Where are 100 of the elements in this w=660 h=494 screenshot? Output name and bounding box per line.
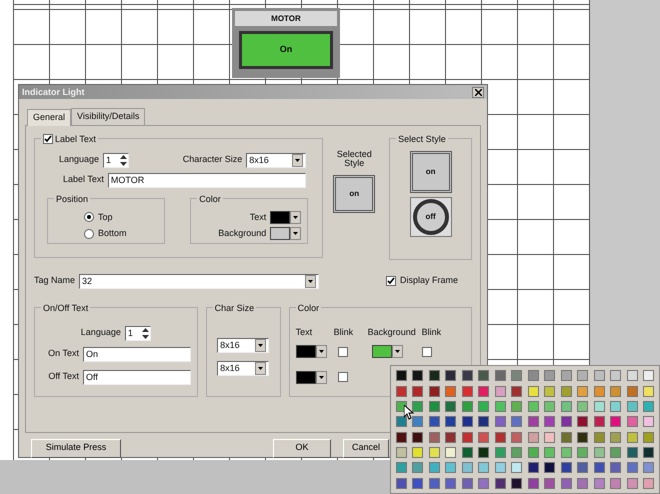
palette-swatch[interactable] xyxy=(528,416,539,428)
tab[interactable]: General xyxy=(27,109,72,126)
dropdown-field[interactable]: 8x16 xyxy=(246,152,306,168)
palette-swatch[interactable] xyxy=(594,447,605,458)
palette-swatch[interactable] xyxy=(528,432,539,443)
color-swatch[interactable] xyxy=(270,227,290,240)
checkbox[interactable] xyxy=(422,346,432,356)
palette-swatch[interactable] xyxy=(412,416,424,428)
indicator-widget[interactable]: MOTOR On xyxy=(232,8,340,78)
palette-swatch[interactable] xyxy=(610,462,622,474)
palette-swatch[interactable] xyxy=(610,432,622,443)
palette-swatch[interactable] xyxy=(494,370,506,382)
palette-swatch[interactable] xyxy=(643,400,654,412)
palette-swatch[interactable] xyxy=(396,432,407,443)
dialog-button[interactable]: Cancel xyxy=(343,438,389,458)
style-option[interactable]: on xyxy=(410,150,452,192)
palette-swatch[interactable] xyxy=(544,462,556,474)
palette-swatch[interactable] xyxy=(494,416,506,428)
palette-swatch[interactable] xyxy=(412,432,424,443)
palette-swatch[interactable] xyxy=(577,432,588,443)
palette-swatch[interactable] xyxy=(396,400,407,412)
palette-swatch[interactable] xyxy=(626,370,638,382)
text-field[interactable]: On xyxy=(83,346,191,362)
color-swatch[interactable] xyxy=(372,345,392,358)
palette-swatch[interactable] xyxy=(445,386,456,397)
palette-swatch[interactable] xyxy=(428,447,440,458)
palette-swatch[interactable] xyxy=(511,386,522,397)
palette-swatch[interactable] xyxy=(626,462,638,474)
palette-swatch[interactable] xyxy=(511,432,522,443)
palette-swatch[interactable] xyxy=(462,400,473,412)
style-option[interactable]: off xyxy=(410,196,452,236)
palette-swatch[interactable] xyxy=(396,370,407,382)
palette-swatch[interactable] xyxy=(494,447,506,458)
palette-swatch[interactable] xyxy=(494,478,506,489)
palette-swatch[interactable] xyxy=(528,447,539,458)
palette-swatch[interactable] xyxy=(560,416,572,428)
palette-swatch[interactable] xyxy=(396,447,407,458)
palette-swatch[interactable] xyxy=(478,416,490,428)
palette-swatch[interactable] xyxy=(462,478,473,489)
palette-swatch[interactable] xyxy=(428,400,440,412)
palette-swatch[interactable] xyxy=(528,400,539,412)
palette-swatch[interactable] xyxy=(462,416,473,428)
palette-swatch[interactable] xyxy=(412,462,424,474)
palette-swatch[interactable] xyxy=(428,432,440,443)
dialog-button[interactable]: OK xyxy=(273,438,331,458)
palette-swatch[interactable] xyxy=(396,462,407,474)
palette-swatch[interactable] xyxy=(528,386,539,397)
palette-swatch[interactable] xyxy=(412,400,424,412)
palette-swatch[interactable] xyxy=(445,462,456,474)
palette-swatch[interactable] xyxy=(544,386,556,397)
palette-swatch[interactable] xyxy=(428,416,440,428)
palette-swatch[interactable] xyxy=(528,478,539,489)
tab[interactable]: Visibility/Details xyxy=(71,108,146,124)
palette-swatch[interactable] xyxy=(511,400,522,412)
palette-swatch[interactable] xyxy=(544,416,556,428)
palette-swatch[interactable] xyxy=(643,462,654,474)
dropdown-field[interactable]: 8x16 xyxy=(217,338,270,352)
dropdown-field[interactable]: 32 xyxy=(79,274,320,288)
palette-swatch[interactable] xyxy=(396,386,407,397)
palette-swatch[interactable] xyxy=(462,370,473,382)
palette-swatch[interactable] xyxy=(412,370,424,382)
text-field[interactable]: MOTOR xyxy=(108,172,306,188)
palette-swatch[interactable] xyxy=(643,386,654,397)
text-field[interactable]: Off xyxy=(83,370,191,384)
palette-swatch[interactable] xyxy=(577,386,588,397)
palette-swatch[interactable] xyxy=(544,447,556,458)
dropdown-field[interactable]: 8x16 xyxy=(217,360,270,376)
palette-swatch[interactable] xyxy=(462,432,473,443)
palette-swatch[interactable] xyxy=(511,447,522,458)
palette-swatch[interactable] xyxy=(462,462,473,474)
palette-swatch[interactable] xyxy=(643,447,654,458)
palette-swatch[interactable] xyxy=(577,416,588,428)
palette-swatch[interactable] xyxy=(412,386,424,397)
palette-swatch[interactable] xyxy=(494,386,506,397)
spinner-arrows-icon[interactable] xyxy=(142,328,149,338)
palette-swatch[interactable] xyxy=(511,478,522,489)
palette-swatch[interactable] xyxy=(445,370,456,382)
color-swatch[interactable] xyxy=(296,345,316,358)
palette-swatch[interactable] xyxy=(610,478,622,489)
palette-swatch[interactable] xyxy=(528,462,539,474)
palette-swatch[interactable] xyxy=(594,386,605,397)
palette-swatch[interactable] xyxy=(396,478,407,489)
palette-swatch[interactable] xyxy=(445,416,456,428)
spinner-field[interactable]: 1 xyxy=(103,152,130,168)
color-swatch[interactable] xyxy=(270,210,290,224)
checkbox[interactable] xyxy=(386,276,396,286)
palette-swatch[interactable] xyxy=(610,386,622,397)
palette-swatch[interactable] xyxy=(594,370,605,382)
palette-swatch[interactable] xyxy=(478,478,490,489)
palette-swatch[interactable] xyxy=(577,370,588,382)
palette-swatch[interactable] xyxy=(445,478,456,489)
palette-swatch[interactable] xyxy=(544,400,556,412)
palette-swatch[interactable] xyxy=(626,478,638,489)
palette-swatch[interactable] xyxy=(610,447,622,458)
checkbox[interactable] xyxy=(43,134,53,144)
palette-swatch[interactable] xyxy=(478,386,490,397)
palette-swatch[interactable] xyxy=(626,416,638,428)
palette-swatch[interactable] xyxy=(494,400,506,412)
palette-swatch[interactable] xyxy=(626,447,638,458)
palette-swatch[interactable] xyxy=(462,447,473,458)
